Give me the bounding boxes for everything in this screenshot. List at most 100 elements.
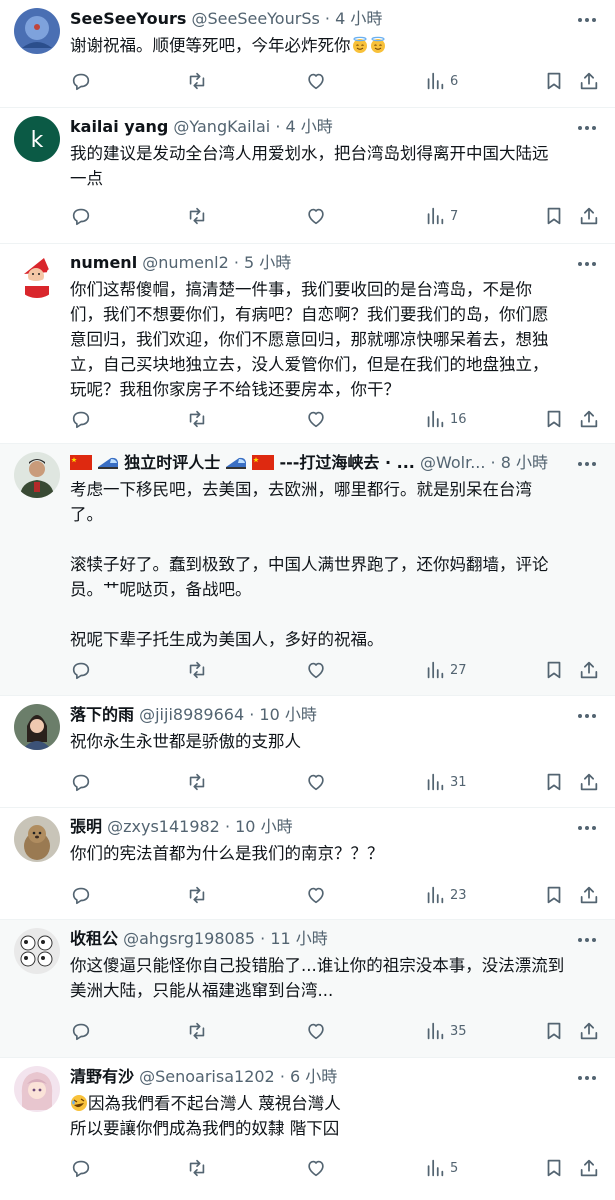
author-handle[interactable]: @jiji8989664	[139, 705, 244, 724]
author-name[interactable]: 收租公	[70, 929, 118, 948]
retweet-button[interactable]	[186, 1019, 208, 1043]
avatar[interactable]	[14, 1066, 60, 1112]
bookmark-button[interactable]	[543, 407, 565, 431]
reply-post[interactable]: SeeSeeYours @SeeSeeYourSs · 4 小時 谢谢祝福。顺便…	[0, 0, 615, 108]
like-button[interactable]	[305, 883, 327, 907]
author-handle[interactable]: @Senoarisa1202	[139, 1067, 275, 1086]
more-icon[interactable]	[575, 8, 599, 32]
like-button[interactable]	[305, 204, 327, 228]
bookmark-button[interactable]	[543, 69, 565, 93]
retweet-button[interactable]	[186, 69, 208, 93]
retweet-button[interactable]	[186, 204, 208, 228]
reply-button[interactable]	[70, 407, 92, 431]
like-button[interactable]	[305, 770, 327, 794]
avatar[interactable]	[14, 452, 60, 498]
retweet-button[interactable]	[186, 1156, 208, 1180]
author-name[interactable]: 張明	[70, 817, 102, 836]
more-icon[interactable]	[575, 116, 599, 140]
reply-button[interactable]	[70, 1156, 92, 1180]
more-icon[interactable]	[575, 816, 599, 840]
reply-post[interactable]: k kailai yang @YangKailai · 4 小時 我的建议是发动…	[0, 108, 615, 244]
reply-post[interactable]: 收租公 @ahgsrg198085 · 11 小時 你这傻逼只能怪你自己投错胎了…	[0, 920, 615, 1058]
avatar[interactable]	[14, 252, 60, 298]
share-button[interactable]	[578, 407, 600, 431]
bookmark-button[interactable]	[543, 1156, 565, 1180]
reply-post[interactable]: 独立时评人士 ---打过海峡去 · ... @Wolr... · 8 小時 考虑…	[0, 444, 615, 696]
reply-button[interactable]	[70, 204, 92, 228]
reply-post[interactable]: 張明 @zxys141982 · 10 小時 你们的宪法首都为什么是我们的南京？…	[0, 808, 615, 920]
avatar[interactable]	[14, 704, 60, 750]
author-name[interactable]: numenl	[70, 253, 137, 272]
like-button[interactable]	[305, 407, 327, 431]
share-button[interactable]	[578, 1156, 600, 1180]
views-button[interactable]: 31	[424, 770, 467, 794]
post-time[interactable]: 11 小時	[270, 929, 327, 948]
share-button[interactable]	[578, 770, 600, 794]
more-icon[interactable]	[575, 928, 599, 952]
avatar[interactable]: k	[14, 116, 60, 162]
author-name-suffix[interactable]: ---打过海峡去 · ...	[279, 453, 414, 472]
avatar[interactable]	[14, 928, 60, 974]
share-button[interactable]	[578, 1019, 600, 1043]
retweet-button[interactable]	[186, 407, 208, 431]
more-icon[interactable]	[575, 252, 599, 276]
author-handle[interactable]: @Wolr...	[420, 453, 485, 472]
like-button[interactable]	[305, 1156, 327, 1180]
avatar[interactable]	[14, 816, 60, 862]
post-time[interactable]: 10 小時	[235, 817, 292, 836]
reply-post[interactable]: numenl @numenl2 · 5 小時 你们这帮傻帽，搞清楚一件事，我们要…	[0, 244, 615, 444]
bookmark-button[interactable]	[543, 658, 565, 682]
bookmark-button[interactable]	[543, 883, 565, 907]
post-time[interactable]: 6 小時	[290, 1067, 337, 1086]
retweet-button[interactable]	[186, 770, 208, 794]
reply-post[interactable]: 清野有沙 @Senoarisa1202 · 6 小時 因為我們看不起台灣人 蔑視…	[0, 1058, 615, 1200]
views-button[interactable]: 7	[424, 204, 458, 228]
bookmark-button[interactable]	[543, 1019, 565, 1043]
more-icon[interactable]	[575, 452, 599, 476]
author-handle[interactable]: @YangKailai	[173, 117, 270, 136]
retweet-button[interactable]	[186, 658, 208, 682]
author-name[interactable]: SeeSeeYours	[70, 9, 186, 28]
reply-button[interactable]	[70, 1019, 92, 1043]
avatar[interactable]	[14, 8, 60, 54]
share-button[interactable]	[578, 204, 600, 228]
post-time[interactable]: 4 小時	[335, 9, 382, 28]
post-time[interactable]: 10 小時	[259, 705, 316, 724]
more-icon[interactable]	[575, 704, 599, 728]
post-time[interactable]: 4 小時	[286, 117, 333, 136]
reply-button[interactable]	[70, 883, 92, 907]
reply-post[interactable]: 落下的雨 @jiji8989664 · 10 小時 祝你永生永世都是骄傲的支那人…	[0, 696, 615, 808]
share-button[interactable]	[578, 69, 600, 93]
post-text: 你们这帮傻帽，搞清楚一件事，我们要收回的是台湾岛，不是你 们，我们不想要你们，有…	[70, 277, 610, 402]
post-time[interactable]: 5 小時	[244, 253, 291, 272]
author-handle[interactable]: @numenl2	[142, 253, 228, 272]
bookmark-button[interactable]	[543, 204, 565, 228]
views-button[interactable]: 6	[424, 69, 458, 93]
author-handle[interactable]: @zxys141982	[107, 817, 220, 836]
like-button[interactable]	[305, 1019, 327, 1043]
share-button[interactable]	[578, 658, 600, 682]
views-button[interactable]: 27	[424, 658, 467, 682]
bookmark-button[interactable]	[543, 770, 565, 794]
reply-icon	[72, 208, 90, 226]
views-button[interactable]: 35	[424, 1019, 467, 1043]
like-button[interactable]	[305, 658, 327, 682]
author-name[interactable]: 落下的雨	[70, 705, 134, 724]
post-time[interactable]: 8 小時	[501, 453, 548, 472]
retweet-icon	[189, 207, 205, 225]
reply-button[interactable]	[70, 658, 92, 682]
author-name[interactable]: kailai yang	[70, 117, 168, 136]
views-button[interactable]: 5	[424, 1156, 458, 1180]
reply-button[interactable]	[70, 770, 92, 794]
reply-button[interactable]	[70, 69, 92, 93]
author-handle[interactable]: @ahgsrg198085	[123, 929, 255, 948]
more-icon[interactable]	[575, 1066, 599, 1090]
author-name[interactable]: 清野有沙	[70, 1067, 134, 1086]
author-handle[interactable]: @SeeSeeYourSs	[191, 9, 319, 28]
retweet-button[interactable]	[186, 883, 208, 907]
like-button[interactable]	[305, 69, 327, 93]
views-button[interactable]: 16	[424, 407, 467, 431]
views-button[interactable]: 23	[424, 883, 467, 907]
share-button[interactable]	[578, 883, 600, 907]
author-name[interactable]: 独立时评人士	[124, 453, 220, 472]
